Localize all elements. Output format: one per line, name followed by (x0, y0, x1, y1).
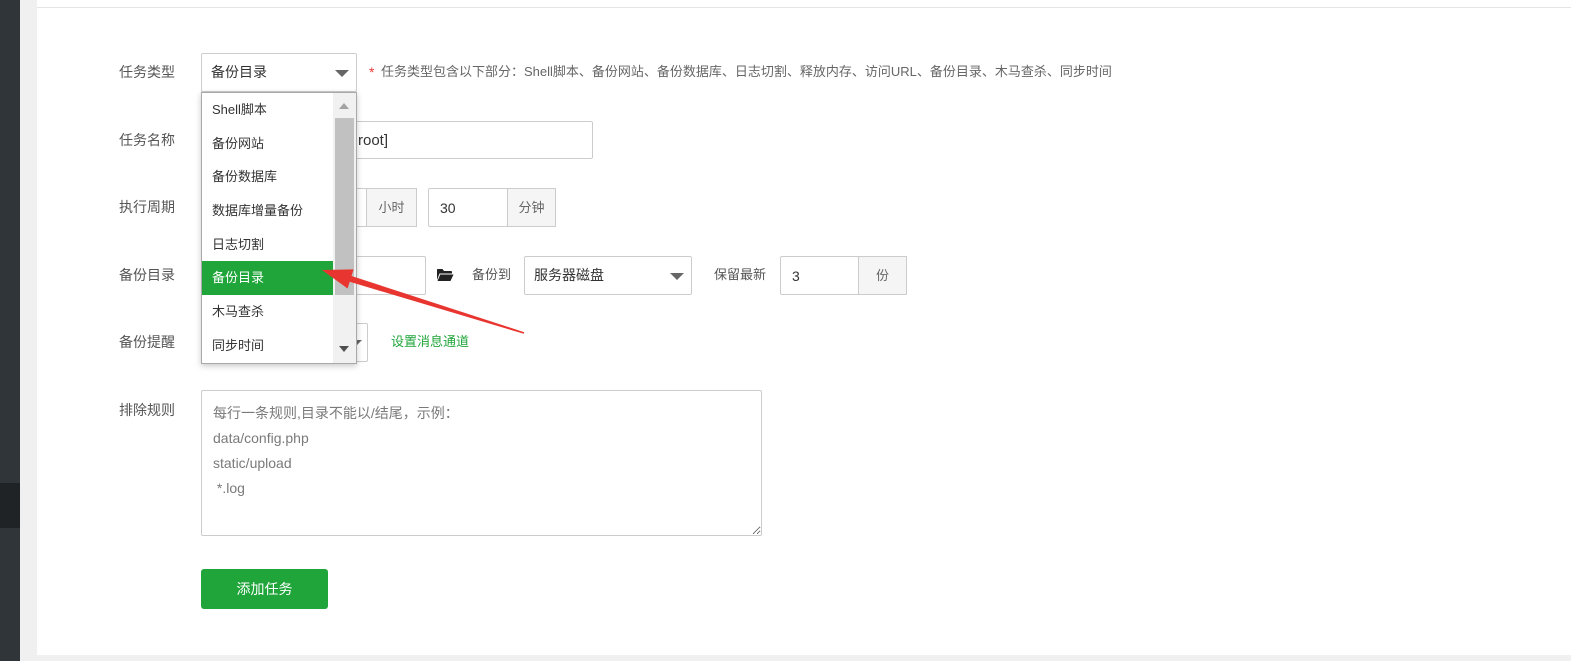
required-mark: * (369, 64, 375, 80)
task-type-dropdown: Shell脚本 备份网站 备份数据库 数据库增量备份 日志切割 备份目录 木马查… (201, 92, 357, 364)
schedule-label: 执行周期 (119, 199, 175, 215)
task-type-label: 任务类型 (119, 64, 175, 80)
exclude-rules-label: 排除规则 (119, 402, 175, 418)
dropdown-scrollbar[interactable] (333, 93, 356, 363)
caret-down-icon (670, 273, 684, 280)
scroll-down-arrow-icon[interactable] (339, 346, 349, 352)
task-type-hint: 任务类型包含以下部分：Shell脚本、备份网站、备份数据库、日志切割、释放内存、… (381, 64, 1112, 79)
backup-to-label: 备份到 (472, 267, 512, 282)
backup-to-value: 服务器磁盘 (534, 267, 604, 283)
task-type-options: Shell脚本 备份网站 备份数据库 数据库增量备份 日志切割 备份目录 木马查… (202, 93, 333, 363)
set-message-channel-link[interactable]: 设置消息通道 (391, 333, 469, 351)
hour-unit-addon: 小时 (366, 188, 417, 227)
minute-input[interactable] (428, 188, 508, 227)
task-type-select[interactable]: 备份目录 (201, 53, 357, 92)
add-task-button[interactable]: 添加任务 (201, 569, 328, 609)
keep-unit-addon: 份 (858, 256, 907, 295)
task-name-label: 任务名称 (119, 132, 175, 148)
exclude-rules-textarea[interactable] (201, 390, 762, 536)
task-type-value: 备份目录 (211, 64, 267, 80)
keep-count-input[interactable] (780, 256, 859, 295)
task-type-option[interactable]: 同步时间 (202, 329, 333, 363)
sidebar-active-item[interactable] (0, 483, 20, 528)
caret-down-icon (335, 70, 349, 77)
task-type-option[interactable]: 日志切割 (202, 228, 333, 262)
task-type-option[interactable]: 备份数据库 (202, 160, 333, 194)
minute-unit-addon: 分钟 (507, 188, 556, 227)
task-type-option[interactable]: 备份目录 (202, 261, 333, 296)
notify-label: 备份提醒 (119, 334, 175, 350)
task-type-option[interactable]: 木马查杀 (202, 295, 333, 329)
backup-dir-label: 备份目录 (119, 267, 175, 283)
folder-open-icon[interactable] (436, 267, 454, 282)
task-type-option[interactable]: 备份网站 (202, 127, 333, 161)
task-type-option[interactable]: 数据库增量备份 (202, 194, 333, 228)
scroll-up-arrow-icon[interactable] (339, 103, 349, 109)
scrollbar-thumb[interactable] (335, 118, 354, 295)
left-sidebar (0, 0, 20, 661)
card-divider (37, 7, 1571, 8)
keep-latest-label: 保留最新 (714, 267, 767, 282)
backup-to-select[interactable]: 服务器磁盘 (524, 256, 692, 295)
task-type-option[interactable]: Shell脚本 (202, 93, 333, 127)
